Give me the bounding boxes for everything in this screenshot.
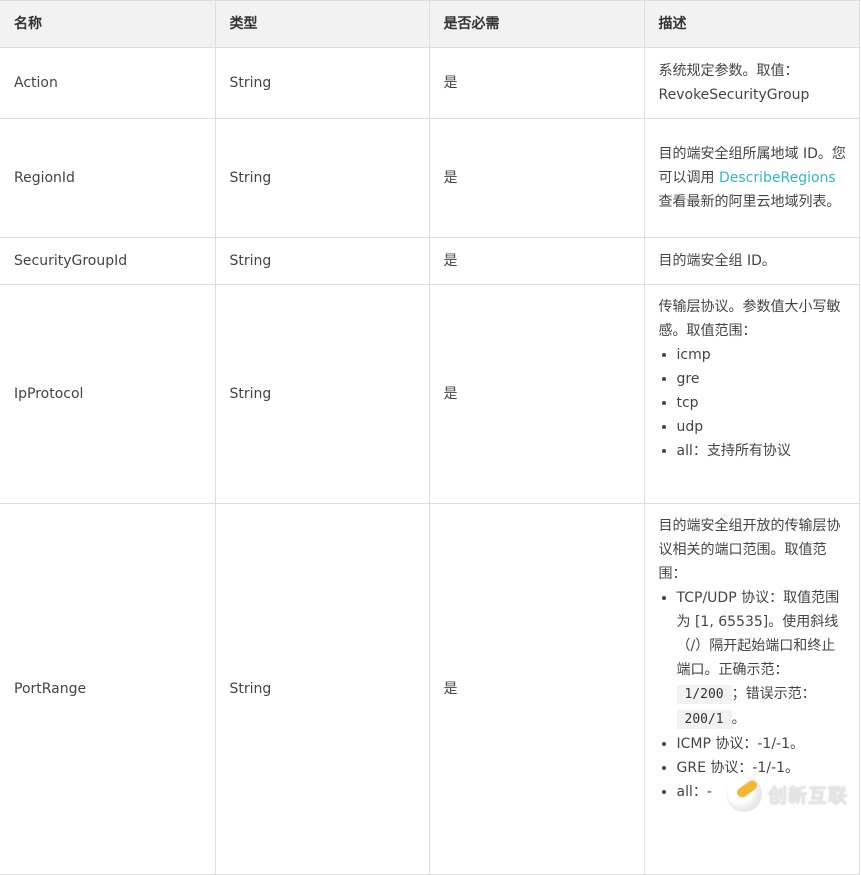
table-row: RegionId String 是 目的端安全组所属地域 ID。您可以调用 De…: [0, 118, 860, 238]
header-name: 名称: [0, 0, 216, 48]
param-description: 系统规定参数。取值：RevokeSecurityGroup: [643, 47, 860, 119]
tcp-udp-text: TCP/UDP 协议：取值范围为 [1, 65535]。使用斜线（/）隔开起始端…: [676, 590, 840, 678]
tcp-udp-text: 。: [731, 711, 746, 727]
param-required: 是: [428, 118, 645, 238]
brand-logo-icon: [726, 776, 762, 812]
list-item: TCP/UDP 协议：取值范围为 [1, 65535]。使用斜线（/）隔开起始端…: [676, 586, 847, 732]
list-item: tcp: [677, 391, 847, 415]
watermark-text: 创新互联: [768, 784, 849, 807]
param-required: 是: [428, 237, 645, 285]
param-name: RegionId: [0, 118, 216, 238]
list-item: gre: [677, 367, 847, 391]
param-type: String: [214, 118, 430, 238]
tcp-udp-text: ；错误示范：: [731, 686, 816, 702]
watermark: 创新互联: [726, 771, 858, 817]
describe-regions-link[interactable]: DescribeRegions: [719, 170, 836, 186]
list-item: udp: [677, 415, 847, 439]
header-type: 类型: [214, 0, 430, 48]
param-required: 是: [428, 503, 645, 875]
param-description: 传输层协议。参数值大小写敏感。取值范围： icmp gre tcp udp al…: [643, 284, 860, 504]
wrong-example-code: 200/1: [676, 710, 732, 729]
param-type: String: [214, 503, 430, 875]
description-text: 目的端安全组开放的传输层协议相关的端口范围。取值范围：: [658, 518, 841, 582]
param-type: String: [214, 237, 430, 285]
param-description: 目的端安全组所属地域 ID。您可以调用 DescribeRegions 查看最新…: [643, 118, 860, 238]
table-row: IpProtocol String 是 传输层协议。参数值大小写敏感。取值范围：…: [0, 284, 860, 504]
table-row: SecurityGroupId String 是 目的端安全组 ID。: [0, 237, 860, 285]
header-required: 是否必需: [428, 0, 645, 48]
list-item: ICMP 协议：-1/-1。: [677, 732, 847, 756]
list-item: all：支持所有协议: [677, 439, 847, 463]
list-item: icmp: [677, 343, 847, 367]
table-header-row: 名称 类型 是否必需 描述: [0, 0, 860, 48]
protocol-options-list: icmp gre tcp udp all：支持所有协议: [659, 343, 847, 463]
description-text: 查看最新的阿里云地域列表。: [658, 194, 841, 210]
param-type: String: [214, 47, 430, 119]
param-name: PortRange: [0, 503, 216, 875]
correct-example-code: 1/200: [676, 685, 732, 704]
param-name: IpProtocol: [0, 284, 216, 504]
param-name: SecurityGroupId: [0, 237, 216, 285]
header-description: 描述: [643, 0, 860, 48]
parameters-table: 名称 类型 是否必需 描述 Action String 是 系统规定参数。取值：…: [0, 0, 860, 875]
param-description: 目的端安全组 ID。: [643, 237, 860, 285]
description-text: 传输层协议。参数值大小写敏感。取值范围：: [658, 299, 841, 339]
param-required: 是: [428, 47, 645, 119]
param-name: Action: [0, 47, 216, 119]
param-type: String: [214, 284, 430, 504]
param-description: 目的端安全组开放的传输层协议相关的端口范围。取值范围： TCP/UDP 协议：取…: [643, 503, 860, 875]
table-row: Action String 是 系统规定参数。取值：RevokeSecurity…: [0, 47, 860, 119]
table-row: PortRange String 是 目的端安全组开放的传输层协议相关的端口范围…: [0, 503, 860, 875]
param-required: 是: [428, 284, 645, 504]
